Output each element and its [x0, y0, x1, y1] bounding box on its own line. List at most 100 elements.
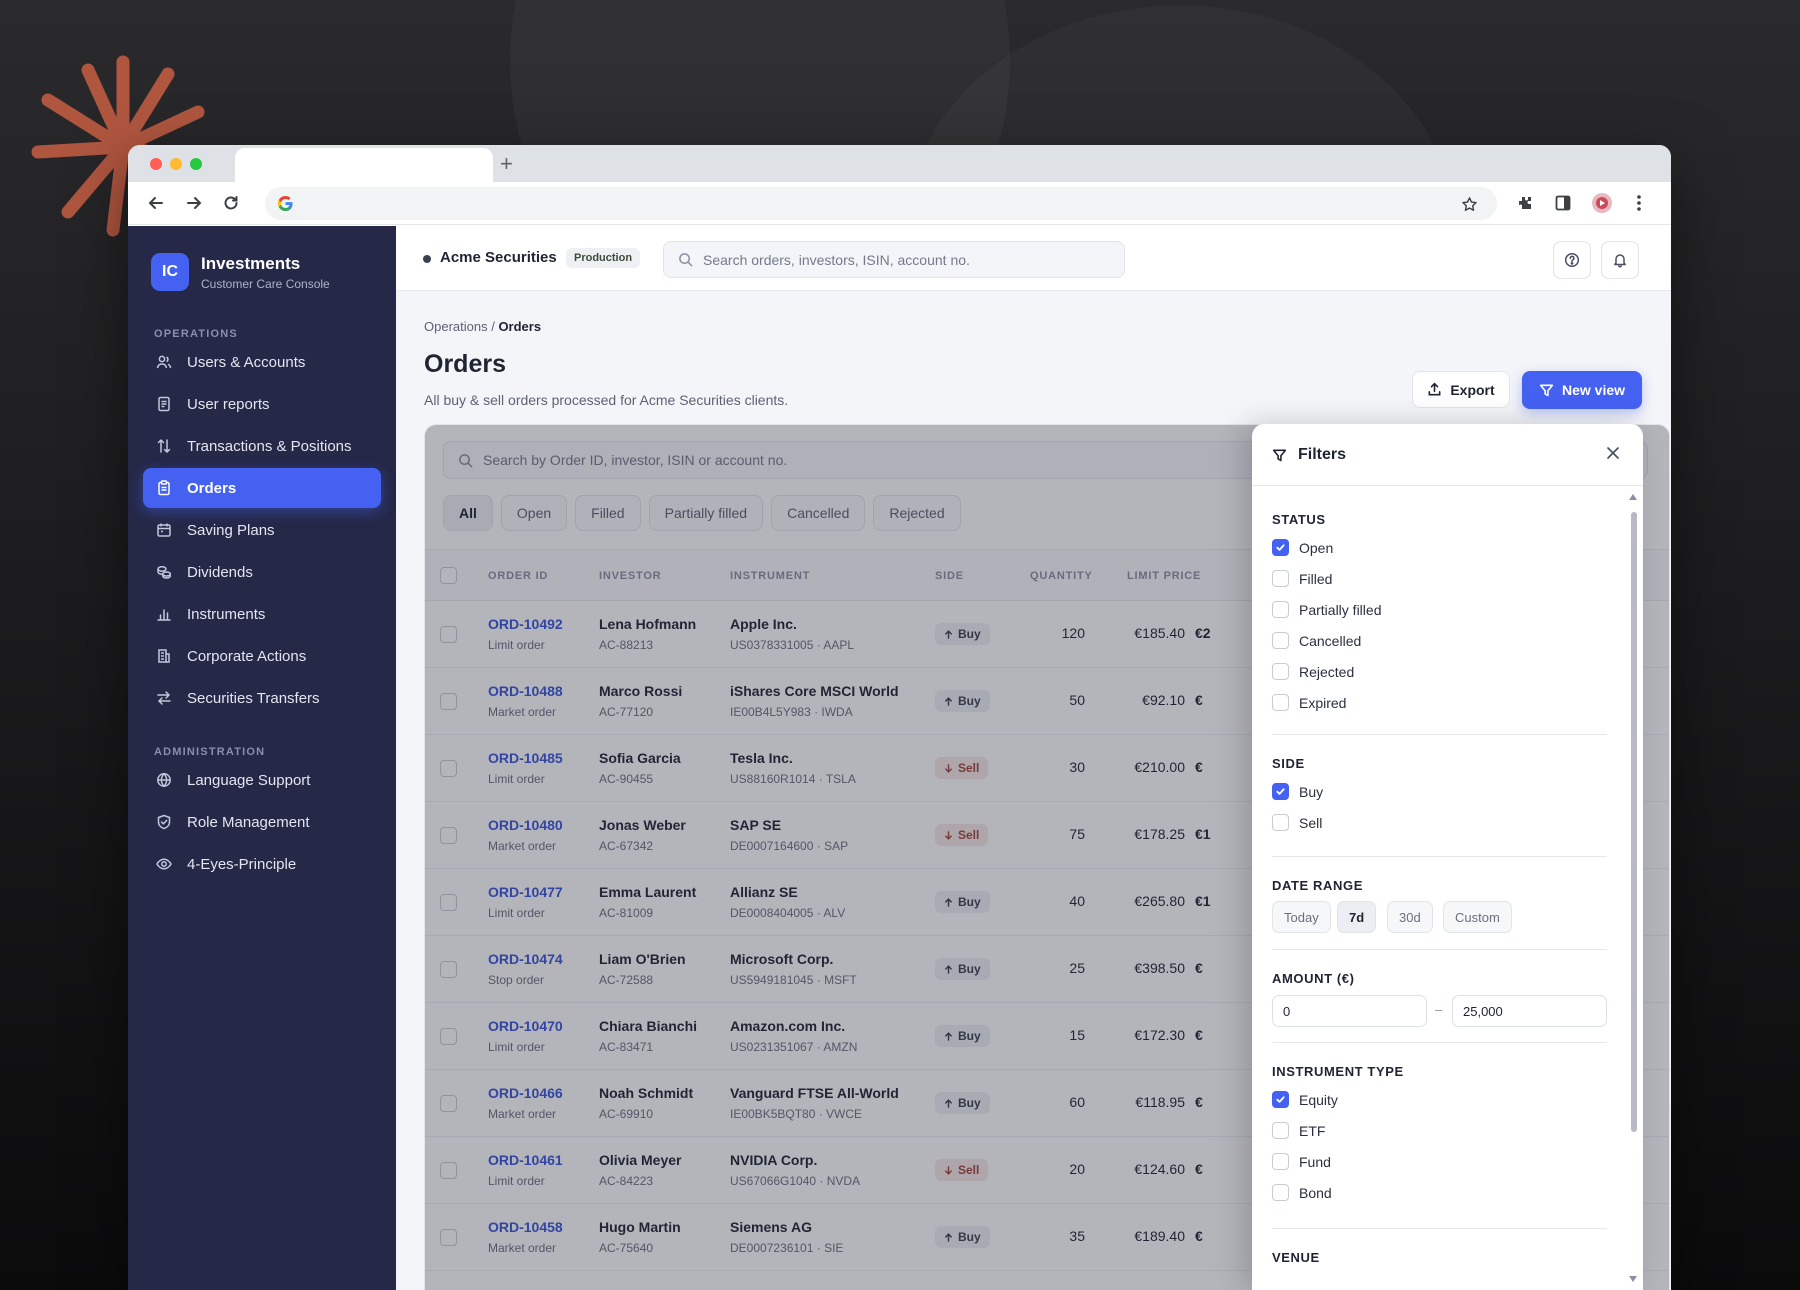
sidebar-item-label: Language Support	[187, 771, 311, 789]
new-view-button[interactable]: New view	[1522, 371, 1642, 409]
extensions-icon[interactable]	[1513, 191, 1537, 215]
status-option-rejected[interactable]: Rejected	[1272, 663, 1354, 680]
building-icon	[155, 647, 173, 665]
page-title: Orders	[424, 350, 506, 378]
maximize-window-button[interactable]	[190, 158, 202, 170]
date-range-section-title: DATE RANGE	[1272, 878, 1363, 893]
help-button[interactable]	[1553, 241, 1591, 279]
instrument-type-checkbox[interactable]	[1272, 1184, 1289, 1201]
side-option-label: Sell	[1299, 814, 1323, 831]
filter-icon	[1272, 449, 1287, 462]
date-option-today[interactable]: Today	[1272, 901, 1331, 933]
profile-avatar-icon[interactable]	[1590, 191, 1614, 215]
browser-tab[interactable]	[235, 148, 493, 182]
sidebar-item-users-accounts[interactable]: Users & Accounts	[143, 342, 381, 382]
filters-scrollbar-thumb[interactable]	[1631, 512, 1637, 1132]
new-tab-icon[interactable]: +	[500, 151, 513, 177]
breadcrumb-parent[interactable]: Operations	[424, 319, 488, 334]
scroll-up-icon[interactable]	[1629, 494, 1637, 500]
scroll-down-icon[interactable]	[1629, 1276, 1637, 1282]
close-icon[interactable]	[1606, 446, 1620, 460]
address-bar[interactable]	[265, 187, 1497, 220]
export-label: Export	[1450, 381, 1495, 398]
tab-strip: +	[128, 145, 1671, 182]
sidebar-item-label: Instruments	[187, 605, 266, 623]
arrows-updown-icon	[155, 437, 173, 455]
status-option-open[interactable]: Open	[1272, 539, 1333, 556]
org-name[interactable]: Acme Securities	[440, 249, 557, 266]
status-option-label: Open	[1299, 539, 1334, 556]
sidebar-item-orders[interactable]: Orders	[143, 468, 381, 508]
amount-min-input[interactable]: 0	[1272, 995, 1427, 1027]
filters-panel: Filters Open Filled Partially filled Cancel…	[1252, 424, 1643, 1290]
close-window-button[interactable]	[150, 158, 162, 170]
date-option-30d[interactable]: 30d	[1387, 901, 1433, 933]
status-checkbox[interactable]	[1272, 694, 1289, 711]
sidebar-item-user-reports[interactable]: User reports	[143, 384, 381, 424]
sidebar-item-4-eyes-principle[interactable]: 4-Eyes-Principle	[143, 844, 381, 884]
global-search-input[interactable]: Search orders, investors, ISIN, account …	[663, 241, 1125, 278]
browser-menu-icon[interactable]	[1627, 191, 1651, 215]
export-button[interactable]: Export	[1412, 371, 1510, 408]
nav-section-administration: ADMINISTRATION	[154, 746, 266, 758]
instrument-type-option-fund[interactable]: Fund	[1272, 1153, 1331, 1170]
sidebar: IC Investments Customer Care Console OPE…	[128, 226, 396, 1290]
instrument-type-option-etf[interactable]: ETF	[1272, 1122, 1325, 1139]
sidebar-item-corporate-actions[interactable]: Corporate Actions	[143, 636, 381, 676]
sidebar-item-dividends[interactable]: Dividends	[143, 552, 381, 592]
status-option-expired[interactable]: Expired	[1272, 694, 1346, 711]
divider	[1272, 734, 1607, 735]
instrument-type-option-equity[interactable]: Equity	[1272, 1091, 1338, 1108]
transfer-icon	[155, 689, 173, 707]
instrument-type-checkbox[interactable]	[1272, 1122, 1289, 1139]
reload-icon[interactable]	[219, 191, 243, 215]
sidebar-item-label: Securities Transfers	[187, 689, 320, 707]
sidebar-item-label: Users & Accounts	[187, 353, 306, 371]
bar-chart-icon	[155, 605, 173, 623]
status-checkbox[interactable]	[1272, 539, 1289, 556]
sidebar-item-instruments[interactable]: Instruments	[143, 594, 381, 634]
date-option-custom[interactable]: Custom	[1443, 901, 1512, 933]
status-checkbox[interactable]	[1272, 601, 1289, 618]
google-icon	[277, 195, 293, 212]
environment-badge: Production	[566, 248, 641, 268]
clipboard-icon	[155, 479, 173, 497]
sidebar-item-label: 4-Eyes-Principle	[187, 855, 297, 873]
status-checkbox[interactable]	[1272, 632, 1289, 649]
sidebar-item-saving-plans[interactable]: Saving Plans	[143, 510, 381, 550]
status-option-filled[interactable]: Filled	[1272, 570, 1332, 587]
sidebar-item-role-management[interactable]: Role Management	[143, 802, 381, 842]
status-checkbox[interactable]	[1272, 663, 1289, 680]
status-checkbox[interactable]	[1272, 570, 1289, 587]
side-checkbox[interactable]	[1272, 783, 1289, 800]
sidebar-item-transactions-positions[interactable]: Transactions & Positions	[143, 426, 381, 466]
back-icon[interactable]	[144, 191, 168, 215]
status-option-cancelled[interactable]: Cancelled	[1272, 632, 1361, 649]
checkmark-icon	[1275, 1094, 1286, 1105]
instrument-type-option-label: ETF	[1299, 1122, 1326, 1139]
instrument-type-option-bond[interactable]: Bond	[1272, 1184, 1332, 1201]
instrument-type-checkbox[interactable]	[1272, 1153, 1289, 1170]
bookmark-star-icon[interactable]	[1457, 192, 1481, 216]
sidebar-item-language-support[interactable]: Language Support	[143, 760, 381, 800]
users-icon	[155, 353, 173, 371]
sidebar-item-label: Dividends	[187, 563, 253, 581]
minimize-window-button[interactable]	[170, 158, 182, 170]
global-search-placeholder: Search orders, investors, ISIN, account …	[703, 251, 970, 268]
side-checkbox[interactable]	[1272, 814, 1289, 831]
instrument-type-checkbox[interactable]	[1272, 1091, 1289, 1108]
date-option-7d[interactable]: 7d	[1337, 901, 1377, 933]
brand-logo: IC	[151, 253, 189, 291]
status-option-partially-filled[interactable]: Partially filled	[1272, 601, 1381, 618]
breadcrumb-separator: /	[487, 319, 499, 334]
notifications-button[interactable]	[1601, 241, 1639, 279]
side-option-sell[interactable]: Sell	[1272, 814, 1322, 831]
divider	[1272, 949, 1607, 950]
sidebar-item-securities-transfers[interactable]: Securities Transfers	[143, 678, 381, 718]
side-option-buy[interactable]: Buy	[1272, 783, 1323, 800]
side-panel-icon[interactable]	[1551, 191, 1575, 215]
amount-max-input[interactable]: 25,000	[1452, 995, 1607, 1027]
status-option-label: Rejected	[1299, 663, 1355, 680]
calendar-icon	[155, 521, 173, 539]
forward-icon[interactable]	[182, 191, 206, 215]
